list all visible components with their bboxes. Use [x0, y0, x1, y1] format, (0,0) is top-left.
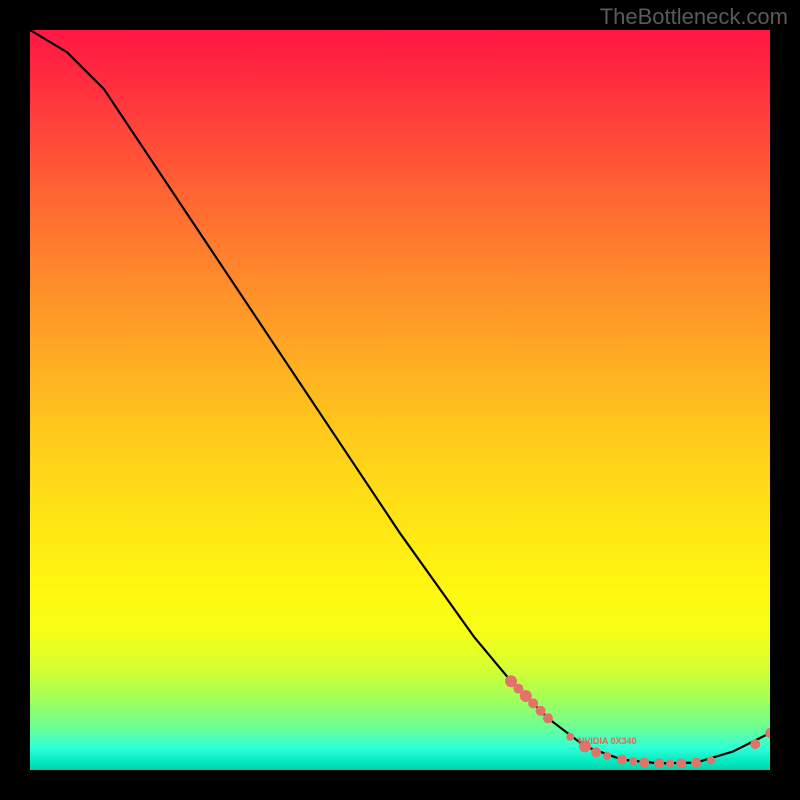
- data-marker: [603, 752, 611, 760]
- data-marker: [654, 758, 664, 768]
- plot-area: NVIDIA 0X340: [30, 30, 770, 770]
- chart-svg: NVIDIA 0X340: [30, 30, 770, 770]
- data-marker: [528, 698, 538, 708]
- data-marker: [666, 759, 674, 767]
- data-marker: [566, 733, 574, 741]
- data-marker: [591, 747, 601, 757]
- data-marker: [629, 757, 637, 765]
- data-marker: [676, 758, 686, 768]
- watermark-text: TheBottleneck.com: [600, 4, 788, 30]
- bottleneck-curve: [30, 30, 770, 763]
- data-marker: [750, 739, 760, 749]
- data-marker: [765, 728, 770, 738]
- chart-annotation: NVIDIA 0X340: [578, 736, 637, 746]
- data-marker: [691, 758, 701, 768]
- data-marker: [536, 706, 546, 716]
- data-marker: [543, 713, 553, 723]
- data-marker: [617, 755, 627, 765]
- data-markers: [505, 675, 770, 768]
- data-marker: [639, 758, 649, 768]
- data-marker: [707, 756, 715, 764]
